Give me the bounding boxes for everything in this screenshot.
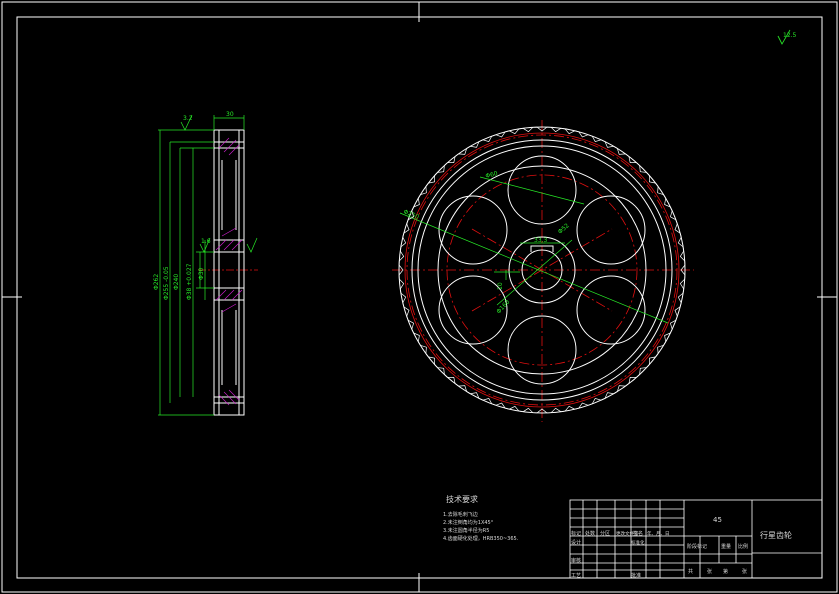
hole-diameter-label: Φ60 <box>485 170 499 180</box>
sheet-unit-label: 张 <box>707 568 712 575</box>
tech-requirement-item: 4.齿面硬化处理，HRB350~365. <box>443 535 519 542</box>
standardize-label: 标准化 <box>631 539 645 546</box>
material-label: 45 <box>713 516 722 524</box>
title-block-text: 45 行星齿轮 标记 处数 分区 更改文件号 签名 年、月、日 设计 标准化 审… <box>571 516 792 579</box>
hub-diameter-dim: Φ38 +0.027 <box>186 263 193 300</box>
keyway-width-label: 10 <box>497 282 504 290</box>
side-view: 30 3.2 1.6 Φ262 Φ255 -0.05 Φ240 Φ38 +0.0… <box>153 111 258 416</box>
cad-drawing-canvas: 12.5 30 3.2 1.6 Φ262 Φ255 -0.05 Φ240 Φ38… <box>1 1 838 593</box>
weight-label: 重量 <box>721 543 731 550</box>
side-view-hatch <box>215 137 243 406</box>
side-view-outline <box>213 129 245 416</box>
pcd-label: Φ160 <box>495 298 511 315</box>
review-label: 审核 <box>571 557 581 564</box>
side-view-dimension-lines <box>158 114 258 416</box>
row-label-count: 处数 <box>585 530 595 537</box>
lightening-hole-2 <box>576 195 646 265</box>
tech-requirement-item: 1.去除毛刺飞边 <box>443 511 478 518</box>
tip-diameter-dim: Φ262 <box>153 274 160 290</box>
process-label: 工艺 <box>571 573 581 579</box>
row-label-zone: 分区 <box>600 530 610 537</box>
tech-requirement-item: 2.未注倒角均为1X45° <box>443 519 494 526</box>
roughness-mid-label: 1.6 <box>201 238 211 245</box>
design-label: 设计 <box>571 539 581 546</box>
part-name-label: 行星齿轮 <box>760 530 792 540</box>
row-label-mark: 标记 <box>571 530 581 537</box>
global-roughness-value: 12.5 <box>783 32 797 39</box>
sheet-total-label: 共 <box>688 568 693 575</box>
approve-label: 批准 <box>631 572 641 579</box>
sheet-unit-label-2: 张 <box>742 568 747 575</box>
outer-sheet-border <box>1 1 838 593</box>
centering-marks <box>2 2 837 592</box>
tech-requirement-item: 3.未注圆角半径为R5 <box>443 527 489 534</box>
tech-requirements: 技术要求 1.去除毛刺飞边 2.未注倒角均为1X45° 3.未注圆角半径为R5 … <box>443 494 519 542</box>
lightening-hole-3 <box>576 275 646 345</box>
sheet-number-label: 第 <box>723 568 728 575</box>
face-width-dim: 30 <box>226 111 234 118</box>
row-label-date: 年、月、日 <box>647 530 670 537</box>
tech-requirements-title: 技术要求 <box>446 494 478 504</box>
pitch-diameter-dim: Φ255 -0.05 <box>163 266 170 300</box>
roughness-top-label: 3.2 <box>183 115 193 122</box>
outer-dim-label: Φ250 <box>402 208 420 221</box>
row-label-signature: 签名 <box>633 530 643 537</box>
keyway-depth-label: 33.3 <box>534 237 548 244</box>
inner-drawing-frame <box>16 16 823 579</box>
stage-label: 阶段标记 <box>687 543 707 550</box>
center-dim-label: Φ52 <box>557 222 571 235</box>
bore-dim: Φ30 <box>198 267 205 280</box>
scale-label: 比例 <box>738 543 748 550</box>
front-view-centerlines <box>392 120 694 422</box>
root-diameter-dim: Φ240 <box>173 274 180 290</box>
front-view: Φ250 Φ60 Φ160 Φ52 33.3 10 <box>392 120 694 422</box>
